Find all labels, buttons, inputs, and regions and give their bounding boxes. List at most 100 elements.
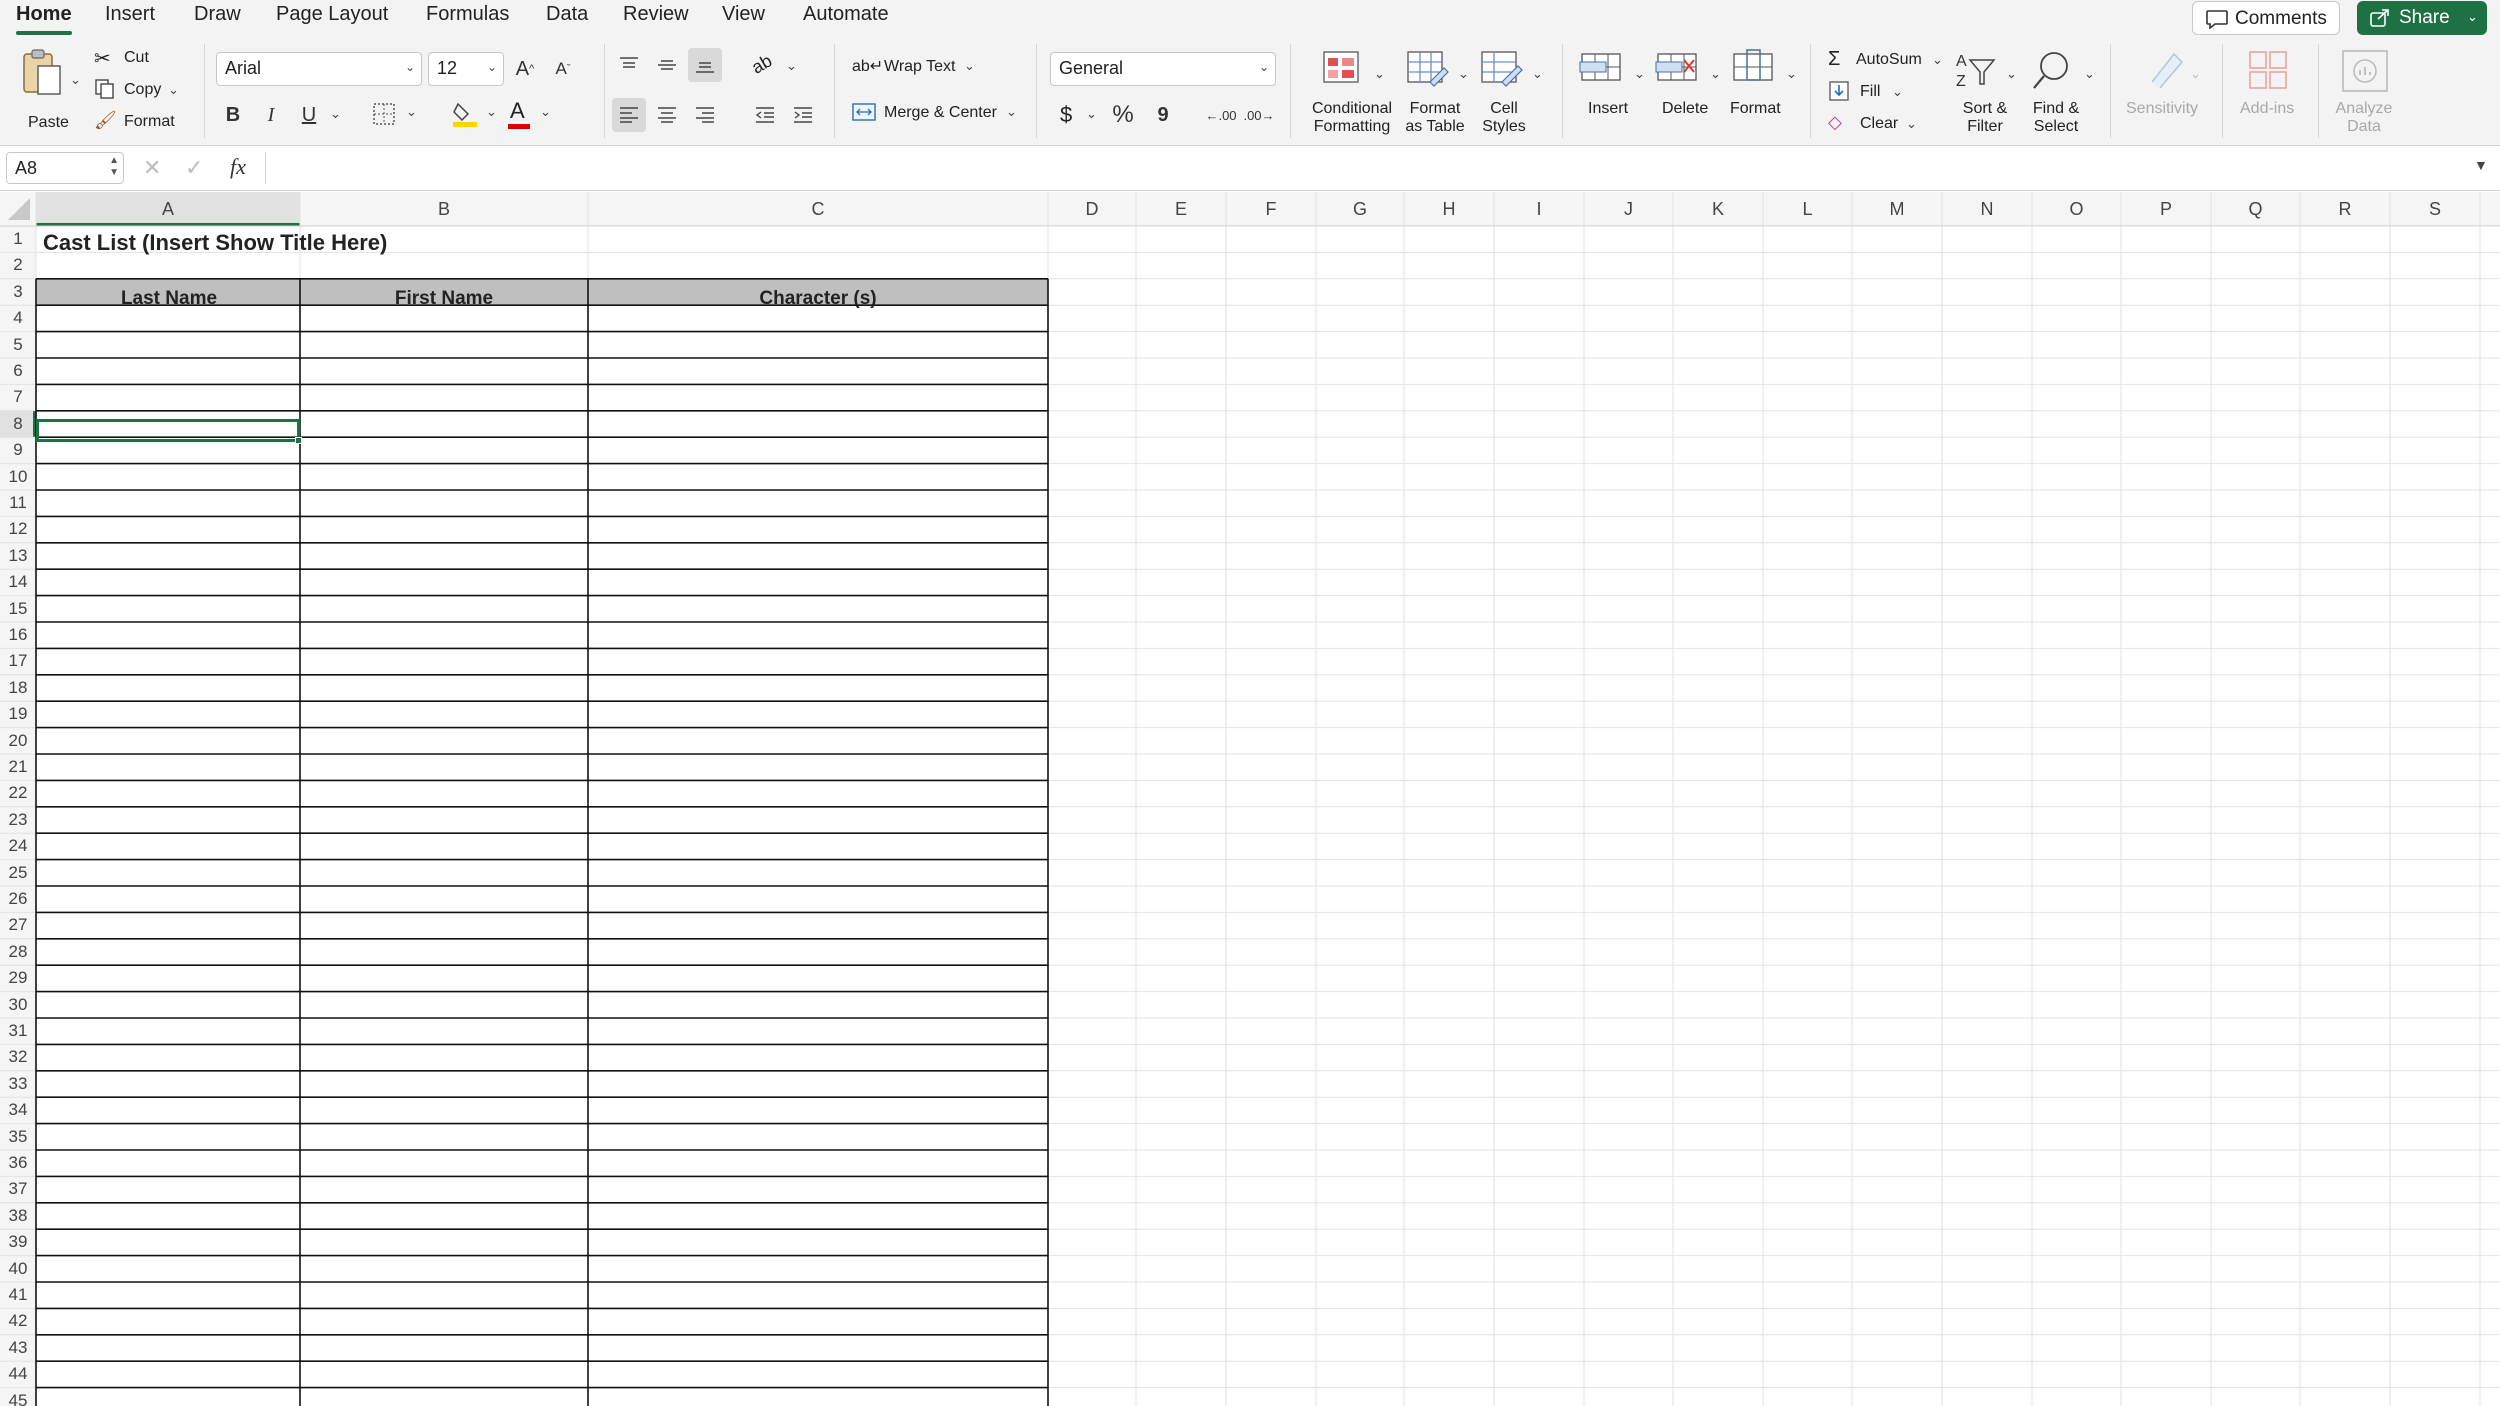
- row-header-27[interactable]: 27: [0, 912, 36, 938]
- row-header-35[interactable]: 35: [0, 1124, 36, 1150]
- tab-formulas[interactable]: Formulas: [426, 3, 509, 26]
- expand-formula-bar-icon[interactable]: ▼: [2474, 157, 2488, 173]
- row-header-20[interactable]: 20: [0, 728, 36, 754]
- row-header-30[interactable]: 30: [0, 992, 36, 1018]
- row-header-29[interactable]: 29: [0, 965, 36, 991]
- sheet-title[interactable]: Cast List (Insert Show Title Here): [43, 230, 387, 256]
- tab-draw[interactable]: Draw: [194, 3, 241, 26]
- merge-center-button[interactable]: Merge & Center ⌄: [852, 102, 1032, 128]
- tab-page-layout[interactable]: Page Layout: [276, 3, 388, 26]
- conditional-formatting-button[interactable]: ⌄ Conditional Formatting: [1306, 48, 1398, 144]
- fill-color-button[interactable]: ⌄: [452, 100, 502, 130]
- find-select-button[interactable]: ⌄ Find & Select: [2026, 48, 2098, 144]
- row-header-1[interactable]: 1: [0, 226, 36, 252]
- row-header-11[interactable]: 11: [0, 490, 36, 516]
- column-header-n[interactable]: N: [1942, 192, 2032, 226]
- autosum-button[interactable]: Σ AutoSum ⌄: [1826, 48, 1946, 74]
- row-header-5[interactable]: 5: [0, 332, 36, 358]
- column-header-r[interactable]: R: [2300, 192, 2390, 226]
- row-header-16[interactable]: 16: [0, 622, 36, 648]
- row-header-3[interactable]: 3: [0, 279, 36, 305]
- row-header-45[interactable]: 45: [0, 1388, 36, 1406]
- column-header-f[interactable]: F: [1226, 192, 1316, 226]
- sort-filter-button[interactable]: A Z ⌄ Sort & Filter: [1952, 48, 2022, 144]
- row-header-9[interactable]: 9: [0, 437, 36, 463]
- column-header-l[interactable]: L: [1763, 192, 1852, 226]
- comma-style-button[interactable]: 9: [1146, 98, 1180, 132]
- borders-button[interactable]: ⌄: [372, 102, 420, 130]
- font-color-button[interactable]: A ⌄: [506, 98, 556, 130]
- clear-button[interactable]: ◇ Clear ⌄: [1826, 112, 1922, 138]
- format-painter-button[interactable]: 🖌 Format: [94, 110, 184, 136]
- column-header-d[interactable]: D: [1048, 192, 1136, 226]
- column-header-q[interactable]: Q: [2211, 192, 2300, 226]
- insert-function-icon[interactable]: fx: [230, 154, 246, 180]
- tab-view[interactable]: View: [722, 3, 765, 26]
- column-header-h[interactable]: H: [1404, 192, 1494, 226]
- increase-decimal-button[interactable]: ←.00: [1204, 98, 1238, 132]
- cell-styles-button[interactable]: ⌄ Cell Styles: [1474, 48, 1544, 144]
- underline-button[interactable]: U: [292, 98, 326, 132]
- column-header-c[interactable]: C: [588, 192, 1048, 226]
- italic-button[interactable]: I: [254, 98, 288, 132]
- tab-home[interactable]: Home: [16, 3, 72, 26]
- header-last-name[interactable]: Last Name: [38, 288, 300, 310]
- row-header-2[interactable]: 2: [0, 252, 36, 278]
- number-format-select[interactable]: General ⌄: [1050, 52, 1276, 86]
- format-as-table-button[interactable]: ⌄ Format as Table: [1400, 48, 1470, 144]
- align-top-button[interactable]: [612, 48, 646, 82]
- increase-indent-button[interactable]: [786, 98, 820, 132]
- row-header-34[interactable]: 34: [0, 1097, 36, 1123]
- fill-button[interactable]: Fill ⌄: [1826, 80, 1906, 106]
- cancel-icon[interactable]: ✕: [143, 155, 161, 181]
- selected-cell-outline[interactable]: [36, 419, 300, 442]
- row-header-39[interactable]: 39: [0, 1229, 36, 1255]
- header-character[interactable]: Character (s): [588, 288, 1048, 310]
- row-header-33[interactable]: 33: [0, 1071, 36, 1097]
- row-header-41[interactable]: 41: [0, 1282, 36, 1308]
- column-header-b[interactable]: B: [300, 192, 588, 226]
- column-header-k[interactable]: K: [1673, 192, 1763, 226]
- row-header-44[interactable]: 44: [0, 1361, 36, 1387]
- row-header-7[interactable]: 7: [0, 384, 36, 410]
- header-first-name[interactable]: First Name: [300, 288, 588, 310]
- decrease-indent-button[interactable]: [748, 98, 782, 132]
- tab-insert[interactable]: Insert: [105, 3, 155, 26]
- row-header-28[interactable]: 28: [0, 939, 36, 965]
- copy-chevron-icon[interactable]: ⌄: [168, 82, 179, 98]
- row-header-21[interactable]: 21: [0, 754, 36, 780]
- row-header-19[interactable]: 19: [0, 701, 36, 727]
- row-header-43[interactable]: 43: [0, 1335, 36, 1361]
- column-header-p[interactable]: P: [2121, 192, 2211, 226]
- share-button[interactable]: Share ⌄: [2357, 1, 2487, 35]
- tab-automate[interactable]: Automate: [803, 3, 889, 26]
- decrease-font-size-button[interactable]: Aˇ: [546, 52, 580, 86]
- row-header-22[interactable]: 22: [0, 780, 36, 806]
- comments-button[interactable]: Comments: [2192, 1, 2340, 35]
- row-header-10[interactable]: 10: [0, 464, 36, 490]
- row-header-8[interactable]: 8: [0, 411, 36, 437]
- align-bottom-button[interactable]: [688, 48, 722, 82]
- row-header-23[interactable]: 23: [0, 807, 36, 833]
- percent-button[interactable]: %: [1106, 98, 1140, 132]
- row-header-38[interactable]: 38: [0, 1203, 36, 1229]
- column-header-s[interactable]: S: [2390, 192, 2480, 226]
- column-header-i[interactable]: I: [1494, 192, 1584, 226]
- column-header-a[interactable]: A: [36, 192, 300, 226]
- row-header-6[interactable]: 6: [0, 358, 36, 384]
- align-middle-button[interactable]: [650, 48, 684, 82]
- format-cells-button[interactable]: ⌄ Format: [1726, 48, 1798, 128]
- row-header-15[interactable]: 15: [0, 596, 36, 622]
- wrap-text-button[interactable]: ab↵ Wrap Text ⌄: [852, 56, 1032, 82]
- row-header-17[interactable]: 17: [0, 648, 36, 674]
- column-header-o[interactable]: O: [2032, 192, 2121, 226]
- spreadsheet-grid[interactable]: ABCDEFGHIJKLMNOPQRS 1 2 3 4 5 6 7 8 9 10 11 12 13 14 1…: [0, 192, 2500, 1406]
- row-header-18[interactable]: 18: [0, 675, 36, 701]
- tab-review[interactable]: Review: [623, 3, 689, 26]
- row-header-12[interactable]: 12: [0, 516, 36, 542]
- currency-button[interactable]: $ ⌄: [1060, 102, 1104, 130]
- row-header-37[interactable]: 37: [0, 1176, 36, 1202]
- insert-cells-button[interactable]: ⌄ Insert: [1574, 48, 1646, 128]
- cut-button[interactable]: ✂ Cut: [94, 46, 164, 72]
- align-right-button[interactable]: [688, 98, 722, 132]
